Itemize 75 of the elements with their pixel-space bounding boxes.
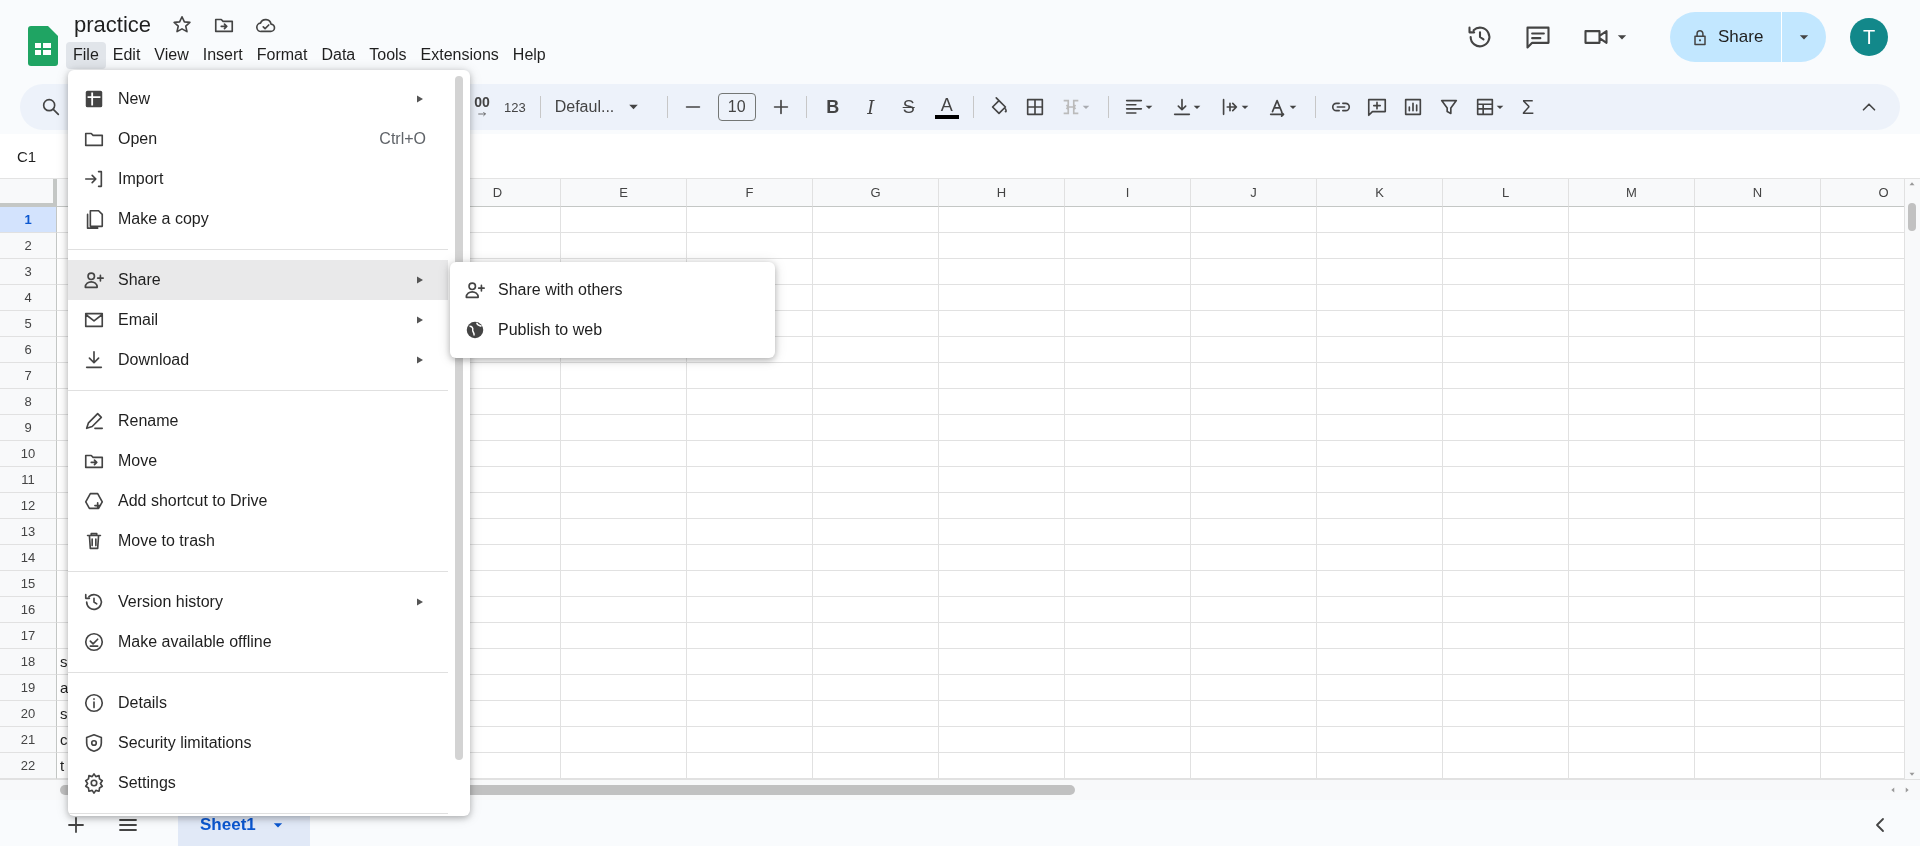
- menu-item[interactable]: Details: [68, 683, 448, 723]
- menu-item[interactable]: Make a copy: [68, 199, 448, 239]
- menu-item[interactable]: Publish to web: [450, 310, 775, 350]
- row-header[interactable]: 13: [0, 519, 57, 545]
- menu-bar-item[interactable]: Edit: [105, 42, 148, 69]
- menu-item[interactable]: Add shortcut to Drive: [68, 481, 448, 521]
- avatar[interactable]: T: [1850, 18, 1888, 56]
- row-header[interactable]: 9: [0, 415, 57, 441]
- menu-bar-item[interactable]: File: [66, 42, 106, 69]
- row-header[interactable]: 6: [0, 337, 57, 363]
- menu-item[interactable]: New: [68, 79, 448, 119]
- menu-item[interactable]: Share with others: [450, 270, 775, 310]
- column-header[interactable]: F: [745, 185, 754, 200]
- menu-item[interactable]: Rename: [68, 401, 448, 441]
- share-button[interactable]: Share: [1670, 12, 1826, 62]
- strikethrough-button[interactable]: S: [896, 96, 921, 118]
- row-header[interactable]: 22: [0, 753, 57, 779]
- shortcut-text: Ctrl+O: [379, 130, 426, 148]
- menu-bar-item[interactable]: Insert: [195, 42, 250, 69]
- column-header[interactable]: D: [492, 185, 503, 200]
- menu-item[interactable]: Settings: [68, 763, 448, 803]
- row-header[interactable]: 2: [0, 233, 57, 259]
- font-size-field[interactable]: 10: [717, 93, 756, 121]
- row-header[interactable]: 16: [0, 597, 57, 623]
- row-header[interactable]: 21: [0, 727, 57, 753]
- decimal-button[interactable]: 00: [474, 95, 490, 119]
- italic-button[interactable]: I: [858, 96, 883, 118]
- name-box[interactable]: C1: [17, 147, 37, 165]
- menu-item[interactable]: Security limitations: [68, 723, 448, 763]
- number-format-button[interactable]: 123: [504, 99, 526, 115]
- menu-item[interactable]: Make available offline: [68, 622, 448, 662]
- menu-item[interactable]: Download: [68, 340, 448, 380]
- menu-bar-item[interactable]: Tools: [362, 42, 414, 69]
- menu-item[interactable]: Email: [68, 300, 448, 340]
- column-header[interactable]: K: [1375, 185, 1384, 200]
- menu-item[interactable]: Move to trash: [68, 521, 448, 561]
- row-header[interactable]: 10: [0, 441, 57, 467]
- menu-item[interactable]: Move: [68, 441, 448, 481]
- row-header[interactable]: 20: [0, 701, 57, 727]
- column-header[interactable]: M: [1626, 185, 1637, 200]
- menu-bar-item[interactable]: Format: [249, 42, 315, 69]
- row-header[interactable]: 5: [0, 311, 57, 337]
- column-header[interactable]: J: [1250, 185, 1257, 200]
- font-dropdown[interactable]: Defaul...: [554, 98, 653, 116]
- column-header[interactable]: G: [870, 185, 881, 200]
- text-color-button[interactable]: A: [934, 95, 959, 119]
- row-header[interactable]: 4: [0, 285, 57, 311]
- bold-button[interactable]: B: [820, 96, 845, 118]
- row-header[interactable]: 12: [0, 493, 57, 519]
- menu-item[interactable]: Share: [68, 260, 448, 300]
- document-title[interactable]: practice: [74, 12, 152, 38]
- column-header[interactable]: H: [996, 185, 1007, 200]
- column-header[interactable]: I: [1125, 185, 1130, 200]
- row-header[interactable]: 8: [0, 389, 57, 415]
- functions-button[interactable]: Σ: [1521, 95, 1535, 119]
- menu-item[interactable]: Import: [68, 159, 448, 199]
- row-header[interactable]: 18: [0, 649, 57, 675]
- column-header[interactable]: N: [1752, 185, 1763, 200]
- row-header[interactable]: 3: [0, 259, 57, 285]
- menu-bar-item[interactable]: Help: [505, 42, 553, 69]
- row-header[interactable]: 7: [0, 363, 57, 389]
- menu-bar-item[interactable]: View: [147, 42, 196, 69]
- row-header[interactable]: 15: [0, 571, 57, 597]
- row-header[interactable]: 19: [0, 675, 57, 701]
- row-header[interactable]: 14: [0, 545, 57, 571]
- menu-bar-item[interactable]: Data: [314, 42, 363, 69]
- row-header[interactable]: 1: [0, 207, 57, 233]
- row-header[interactable]: 11: [0, 467, 57, 493]
- column-header[interactable]: E: [619, 185, 628, 200]
- menu-item[interactable]: Version history: [68, 582, 448, 622]
- menu-bar-item[interactable]: Extensions: [413, 42, 506, 69]
- menu-item[interactable]: Open Ctrl+O: [68, 119, 448, 159]
- row-header[interactable]: 17: [0, 623, 57, 649]
- column-header[interactable]: L: [1501, 185, 1510, 200]
- column-header[interactable]: O: [1878, 185, 1889, 200]
